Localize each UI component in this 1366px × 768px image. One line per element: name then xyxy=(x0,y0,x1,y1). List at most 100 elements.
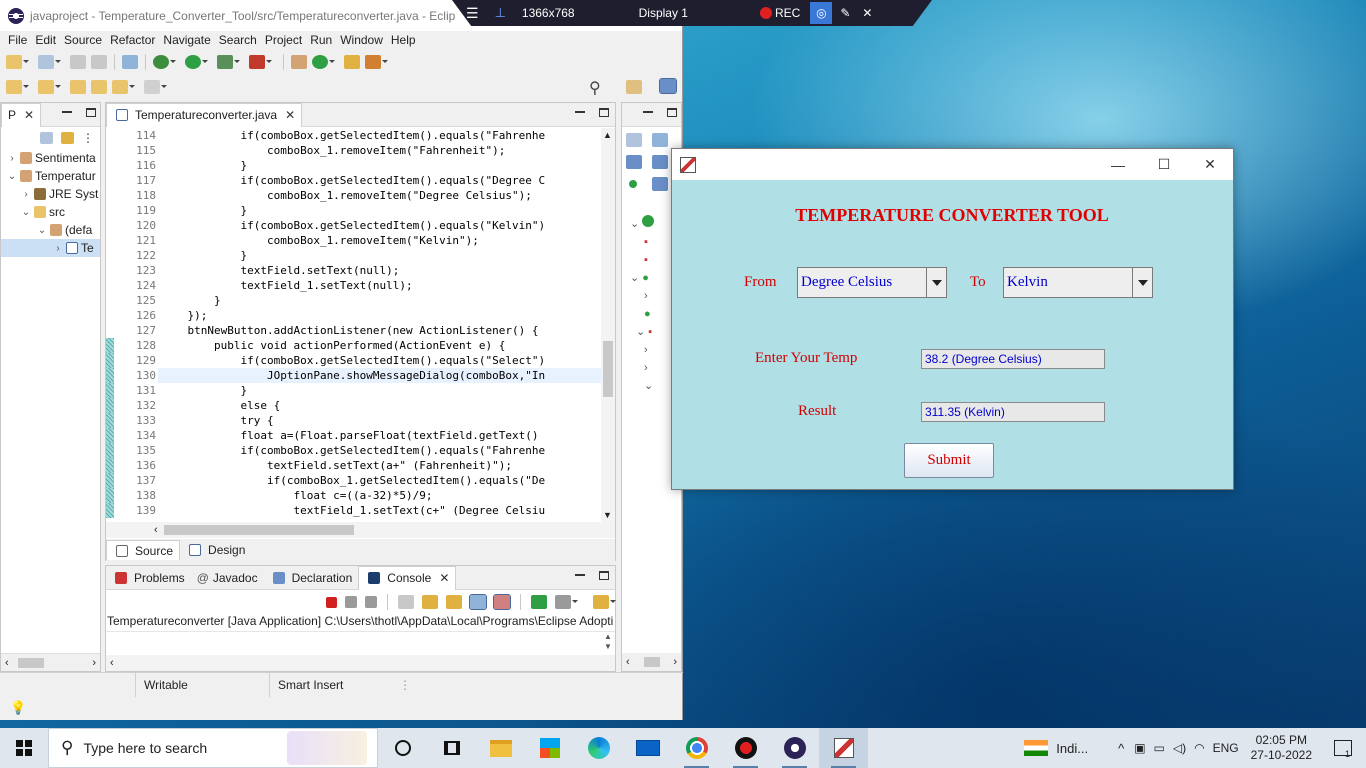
pin-console-icon[interactable] xyxy=(531,595,547,609)
code-line[interactable]: 130 JOptionPane.showMessageDialog(comboB… xyxy=(106,368,615,383)
open-perspective-icon[interactable] xyxy=(626,80,642,94)
code-line[interactable]: 125 } xyxy=(106,293,615,308)
file-explorer-icon[interactable] xyxy=(476,728,525,768)
task-view-icon[interactable] xyxy=(427,728,476,768)
camera-icon[interactable]: ◎ xyxy=(810,2,833,24)
minimize-icon[interactable] xyxy=(575,574,585,576)
run-icon[interactable] xyxy=(185,54,208,69)
code-area[interactable]: 114 if(comboBox.getSelectedItem().equals… xyxy=(106,128,615,538)
code-line[interactable]: 120 if(comboBox.getSelectedItem().equals… xyxy=(106,218,615,233)
code-line[interactable]: 119 } xyxy=(106,203,615,218)
tree-item-src[interactable]: ⌄ src xyxy=(1,203,100,221)
last-edit-location-icon[interactable] xyxy=(70,79,86,94)
result-field[interactable]: 311.35 (Kelvin) xyxy=(921,402,1105,422)
outline-tree[interactable]: ⌄ ▪ ▪ ⌄ ● › ● ⌄ ▪ › › ⌄ xyxy=(630,215,655,395)
code-line[interactable]: 134 float a=(Float.parseFloat(textField.… xyxy=(106,428,615,443)
search-tool-icon[interactable] xyxy=(365,54,388,69)
show-stderr-icon[interactable] xyxy=(493,594,511,610)
code-line[interactable]: 132 else { xyxy=(106,398,615,413)
chevron-up-icon[interactable]: ^ xyxy=(1118,741,1124,756)
search-icon[interactable]: ⚲ xyxy=(589,78,601,98)
explorer-horizontal-scrollbar[interactable]: ‹ › xyxy=(1,653,100,671)
scroll-lock-icon[interactable] xyxy=(422,595,438,609)
tab-package-explorer[interactable]: P ✕ xyxy=(1,102,42,127)
tab-problems[interactable]: Problems xyxy=(106,566,191,590)
menu-search[interactable]: Search xyxy=(215,33,261,47)
code-line[interactable]: 127 btnNewButton.addActionListener(new A… xyxy=(106,323,615,338)
save-all-icon[interactable] xyxy=(91,54,107,69)
code-line[interactable]: 136 textField.setText(a+" (Fahrenheit)")… xyxy=(106,458,615,473)
back-icon[interactable] xyxy=(91,79,107,94)
sort-icon[interactable] xyxy=(652,133,668,147)
mail-icon[interactable] xyxy=(623,728,672,768)
code-line[interactable]: 118 comboBox_1.removeItem("Degree Celsiu… xyxy=(106,188,615,203)
menu-help[interactable]: Help xyxy=(387,33,420,47)
pin-icon[interactable]: ⊥ xyxy=(495,5,506,21)
eclipse-taskbar-icon[interactable] xyxy=(770,728,819,768)
close-icon[interactable]: ✕ xyxy=(24,108,34,122)
battery-icon[interactable]: ▭ xyxy=(1154,741,1165,755)
hide-non-public-icon[interactable] xyxy=(629,180,637,188)
maximize-button[interactable]: ☐ xyxy=(1141,149,1187,180)
new-file-icon[interactable] xyxy=(38,54,61,69)
new-java-package-icon[interactable] xyxy=(291,54,307,69)
chevron-down-icon[interactable]: ⌄ xyxy=(37,225,47,236)
scroll-thumb[interactable] xyxy=(603,341,613,397)
from-unit-select[interactable]: Degree Celsius xyxy=(797,267,947,298)
hide-static-icon[interactable] xyxy=(652,155,668,169)
menu-file[interactable]: File xyxy=(4,33,31,47)
record-button[interactable]: REC xyxy=(759,6,800,20)
chrome-icon[interactable] xyxy=(672,728,721,768)
tree-item-jre[interactable]: › JRE Syst xyxy=(1,185,100,203)
maximize-icon[interactable] xyxy=(599,108,609,117)
hide-fields-icon[interactable] xyxy=(626,155,642,169)
meet-now-icon[interactable]: ▣ xyxy=(1134,741,1145,755)
debug-icon[interactable] xyxy=(153,54,176,69)
microsoft-store-icon[interactable] xyxy=(525,728,574,768)
code-line[interactable]: 124 textField_1.setText(null); xyxy=(106,278,615,293)
scroll-thumb[interactable] xyxy=(17,657,44,668)
new-java-class-icon[interactable] xyxy=(312,54,335,69)
remove-launch-icon[interactable] xyxy=(345,596,357,608)
chevron-right-icon[interactable]: › xyxy=(53,243,63,254)
code-line[interactable]: 135 if(comboBox.getSelectedItem().equals… xyxy=(106,443,615,458)
to-unit-select[interactable]: Kelvin xyxy=(1003,267,1153,298)
close-icon[interactable]: ✕ xyxy=(862,6,872,20)
scroll-right-icon[interactable]: › xyxy=(673,656,677,668)
tab-design[interactable]: Design xyxy=(180,540,251,560)
menu-run[interactable]: Run xyxy=(306,33,336,47)
editor-horizontal-scrollbar[interactable]: ‹ xyxy=(106,522,615,538)
previous-annotation-icon[interactable] xyxy=(38,79,61,94)
code-line[interactable]: 128 public void actionPerformed(ActionEv… xyxy=(106,338,615,353)
recorder-app-icon[interactable] xyxy=(721,728,770,768)
menu-edit[interactable]: Edit xyxy=(31,33,60,47)
chevron-down-icon[interactable] xyxy=(926,268,946,297)
code-line[interactable]: 131 } xyxy=(106,383,615,398)
code-line[interactable]: 114 if(comboBox.getSelectedItem().equals… xyxy=(106,128,615,143)
code-line[interactable]: 126 }); xyxy=(106,308,615,323)
collapse-all-icon[interactable] xyxy=(40,132,53,144)
chevron-down-icon[interactable]: ⌄ xyxy=(7,171,17,182)
tab-declaration[interactable]: Declaration xyxy=(264,566,359,590)
tab-console[interactable]: Console ✕ xyxy=(358,565,457,590)
code-line[interactable]: 115 comboBox_1.removeItem("Fahrenheit"); xyxy=(106,143,615,158)
close-icon[interactable]: ✕ xyxy=(285,108,295,122)
code-line[interactable]: 138 float c=((a-32)*5)/9; xyxy=(106,488,615,503)
hide-local-types-icon[interactable] xyxy=(652,177,668,191)
editor-vertical-scrollbar[interactable]: ▲ ▼ xyxy=(601,128,615,522)
recorder-display[interactable]: Display 1 xyxy=(639,6,688,20)
speaker-icon[interactable]: ◁) xyxy=(1173,741,1186,755)
pencil-icon[interactable]: ✎ xyxy=(840,6,850,20)
scroll-thumb[interactable] xyxy=(643,657,660,667)
close-icon[interactable]: ✕ xyxy=(439,571,449,585)
weather-text[interactable]: Indi... xyxy=(1056,741,1088,756)
tab-javadoc[interactable]: @ Javadoc xyxy=(191,566,264,590)
toggle-breakpoint-icon[interactable] xyxy=(122,54,138,69)
cortana-icon[interactable] xyxy=(378,728,427,768)
app-title-bar[interactable]: — ☐ ✕ xyxy=(672,149,1233,180)
menu-navigate[interactable]: Navigate xyxy=(159,33,214,47)
chevron-down-icon[interactable]: ⌄ xyxy=(21,207,31,218)
menu-source[interactable]: Source xyxy=(60,33,106,47)
console-vertical-scrollbar[interactable]: ▲ ▼ xyxy=(601,632,615,656)
wifi-icon[interactable]: ◠ xyxy=(1194,741,1204,755)
